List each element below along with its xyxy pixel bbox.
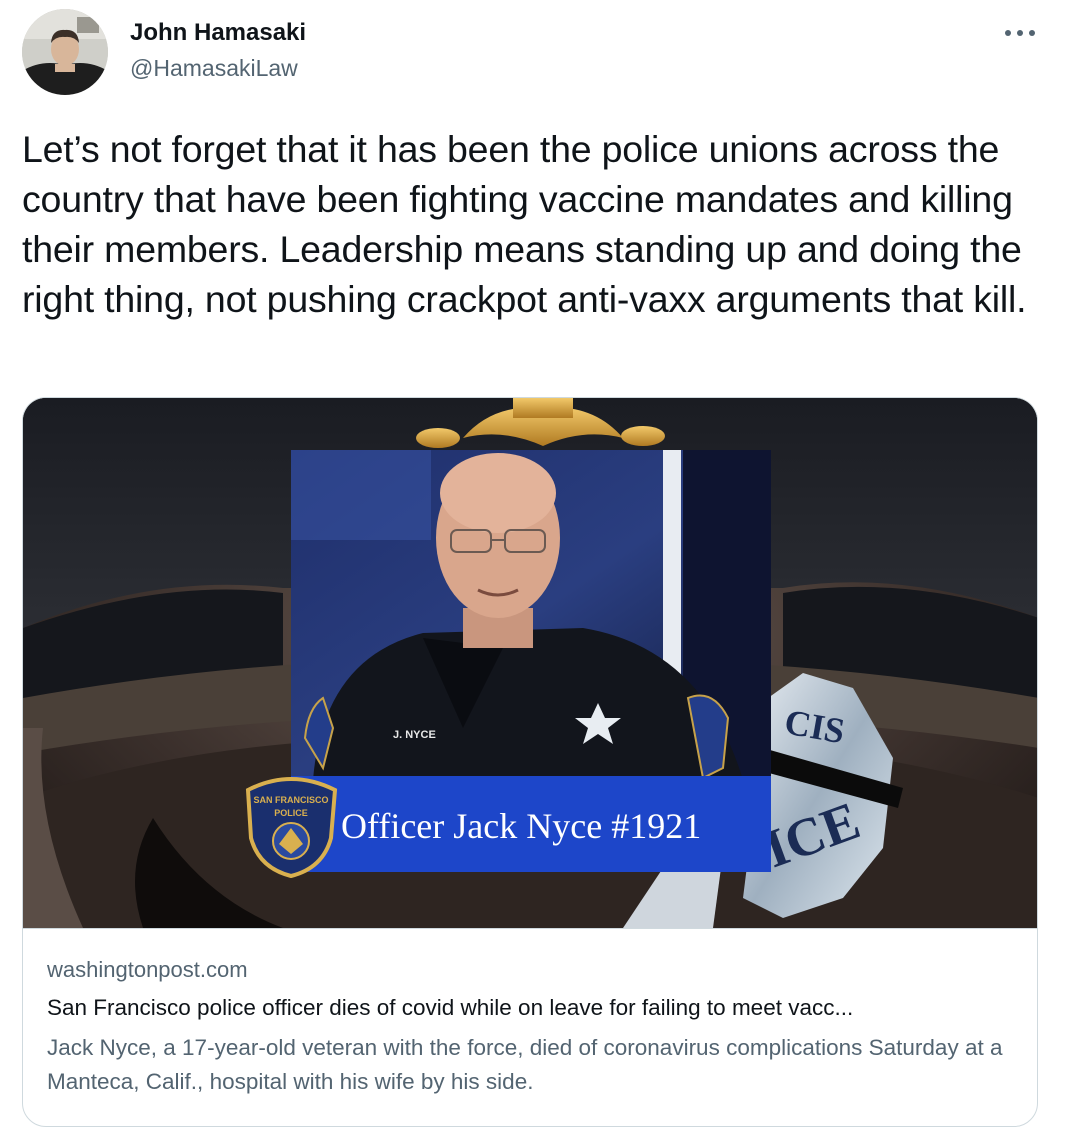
card-domain: washingtonpost.com bbox=[47, 957, 248, 982]
caption-text: Officer Jack Nyce #1921 bbox=[341, 806, 701, 846]
officer-photo-image: CIS ICE J. NYCE Officer Jack Nyce #1921 … bbox=[23, 398, 1037, 928]
card-title: San Francisco police officer dies of cov… bbox=[47, 995, 854, 1020]
tweet: John Hamasaki @HamasakiLaw Let’s not for… bbox=[0, 0, 1070, 1132]
link-card[interactable]: CIS ICE J. NYCE Officer Jack Nyce #1921 … bbox=[22, 397, 1038, 1127]
tweet-text: Let’s not forget that it has been the po… bbox=[22, 128, 1027, 320]
card-body[interactable]: washingtonpost.com San Francisco police … bbox=[23, 928, 1037, 1126]
author-block: John Hamasaki @HamasakiLaw bbox=[130, 18, 306, 83]
name-tag: J. NYCE bbox=[393, 729, 436, 741]
avatar[interactable] bbox=[22, 9, 108, 95]
card-description: Jack Nyce, a 17-year-old veteran with th… bbox=[47, 1035, 1003, 1094]
svg-text:POLICE: POLICE bbox=[274, 808, 308, 818]
more-horizontal-icon bbox=[1005, 30, 1035, 36]
person-avatar-icon bbox=[22, 9, 108, 95]
author-display-name[interactable]: John Hamasaki bbox=[130, 18, 306, 48]
author-handle[interactable]: @HamasakiLaw bbox=[130, 53, 306, 83]
svg-text:SAN FRANCISCO: SAN FRANCISCO bbox=[253, 795, 328, 805]
more-options-button[interactable] bbox=[1000, 18, 1040, 48]
card-image[interactable]: CIS ICE J. NYCE Officer Jack Nyce #1921 … bbox=[23, 398, 1037, 928]
